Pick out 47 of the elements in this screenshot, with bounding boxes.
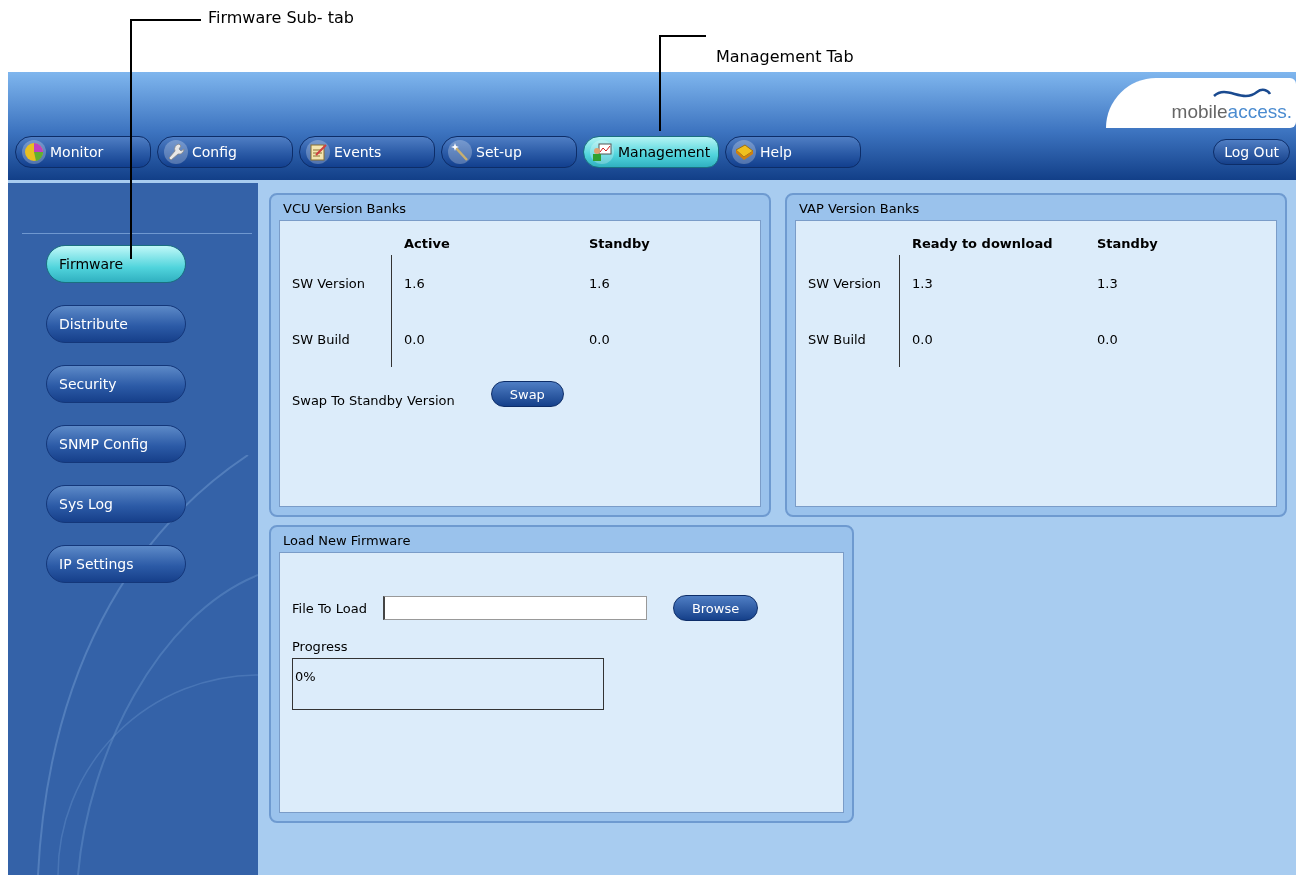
value-text: 0.0 (588, 330, 611, 349)
subtab-button[interactable]: Distribute (46, 305, 186, 343)
column-header: Standby (1096, 235, 1159, 251)
magic-wand-icon (450, 142, 470, 162)
nav-tab[interactable]: Config (157, 136, 293, 168)
file-label: File To Load (292, 600, 367, 616)
file-input[interactable] (382, 596, 647, 620)
column-header: Standby (588, 235, 651, 251)
notepad-icon (308, 142, 328, 162)
value-text: 1.6 (403, 274, 426, 293)
swap-label: Swap To Standby Version (292, 393, 455, 408)
value-text: 1.3 (911, 274, 934, 293)
nav-tab[interactable]: Set-up (441, 136, 577, 168)
subtab-button[interactable]: Sys Log (46, 485, 186, 523)
value-text: 1.6 (588, 274, 611, 293)
logout-button[interactable]: Log Out (1213, 139, 1290, 165)
column-header: Ready to download (911, 235, 1054, 251)
column-header: Active (403, 235, 451, 251)
nav-tab[interactable]: Monitor (15, 136, 151, 168)
pie-chart-icon (24, 142, 44, 162)
progress-reading: 0% (295, 669, 316, 684)
progress-label: Progress (292, 639, 349, 654)
nav-tab[interactable]: Management (583, 136, 719, 168)
panel-title: VAP Version Banks (798, 200, 921, 218)
row-label: SW Build (808, 311, 900, 367)
subtab-button[interactable]: SNMP Config (46, 425, 186, 463)
subtab-button[interactable]: Security (46, 365, 186, 403)
callout-label: Firmware Sub- tab (208, 8, 354, 27)
value-text: 0.0 (1096, 330, 1119, 349)
chart-person-icon (592, 142, 612, 162)
value-text: 0.0 (403, 330, 426, 349)
row-label: SW Version (292, 255, 392, 311)
nav-tab[interactable]: Events (299, 136, 435, 168)
value-text: 1.3 (1096, 274, 1119, 293)
logo-text: mobileaccess. (1171, 102, 1292, 122)
panel-title: VCU Version Banks (282, 200, 407, 218)
panel-title: Load New Firmware (282, 532, 412, 550)
row-label: SW Build (292, 311, 392, 367)
subtab-button[interactable]: Firmware (46, 245, 186, 283)
callout-label: Management Tab (716, 47, 854, 66)
wrench-icon (166, 142, 186, 162)
subtab-button[interactable]: IP Settings (46, 545, 186, 583)
browse-button[interactable]: Browse (672, 595, 759, 621)
row-label: SW Version (808, 255, 900, 311)
swap-button[interactable]: Swap (490, 381, 564, 407)
value-text: 0.0 (911, 330, 934, 349)
nav-tab[interactable]: Help (725, 136, 861, 168)
